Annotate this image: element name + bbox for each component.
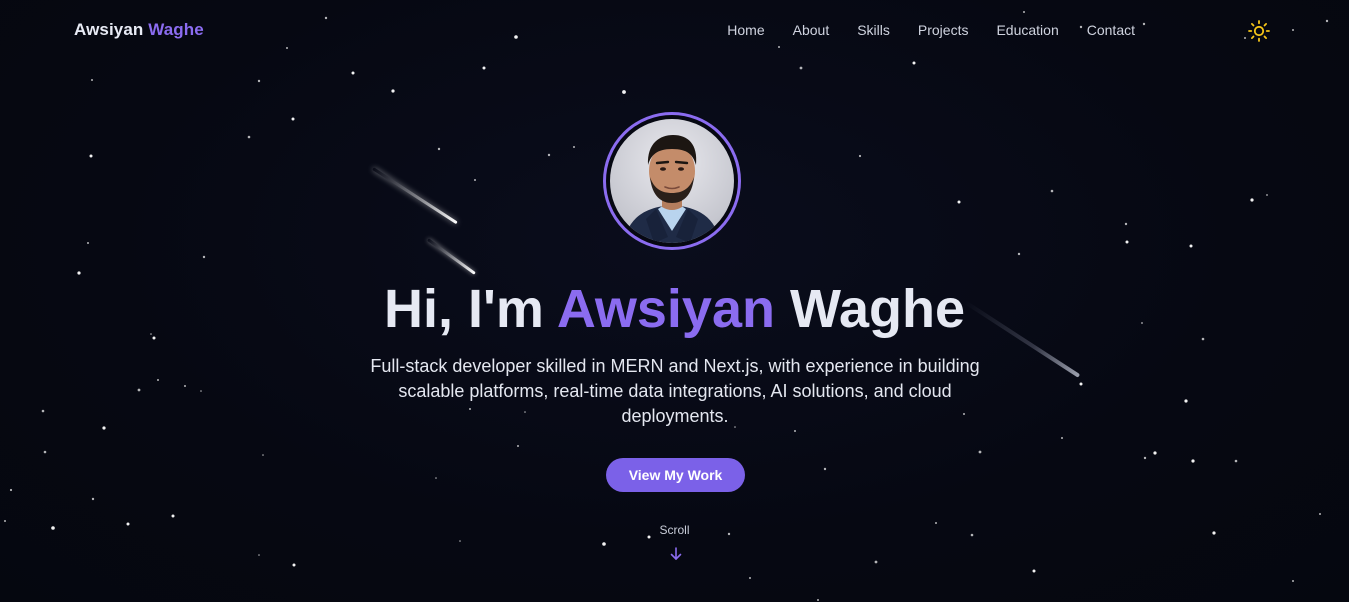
logo-last-name: Waghe — [148, 20, 204, 39]
star — [1266, 194, 1268, 196]
star — [137, 388, 141, 392]
star — [482, 66, 486, 70]
star — [1142, 22, 1146, 26]
star — [1325, 19, 1329, 23]
star — [1079, 382, 1083, 386]
star — [474, 179, 476, 181]
star — [514, 35, 518, 39]
star — [1184, 399, 1188, 403]
star — [459, 540, 461, 542]
site-logo[interactable]: Awsiyan Waghe — [74, 20, 204, 40]
star — [874, 560, 878, 564]
star — [1023, 11, 1025, 13]
star — [9, 488, 13, 492]
star — [157, 379, 159, 381]
star — [257, 79, 261, 83]
star — [602, 542, 606, 546]
star — [4, 520, 6, 522]
star — [622, 90, 626, 94]
nav-link-skills[interactable]: Skills — [857, 22, 890, 38]
star — [1292, 580, 1294, 582]
scroll-label: Scroll — [659, 523, 690, 537]
star — [247, 135, 251, 139]
star — [1143, 456, 1147, 460]
nav-link-projects[interactable]: Projects — [918, 22, 969, 38]
star — [1125, 240, 1129, 244]
profile-avatar — [603, 112, 741, 250]
star — [1061, 437, 1063, 439]
hero-greeting: Hi, I'm — [384, 279, 544, 339]
star — [573, 146, 575, 148]
star — [1189, 244, 1193, 248]
star — [1234, 459, 1238, 463]
theme-toggle-button[interactable] — [1247, 19, 1271, 43]
star — [202, 255, 206, 259]
nav-link-education[interactable]: Education — [996, 22, 1058, 38]
star — [794, 430, 796, 432]
star — [1153, 451, 1157, 455]
profile-photo — [610, 119, 734, 243]
arrow-down-icon — [670, 547, 682, 560]
star — [200, 390, 202, 392]
sun-icon — [1248, 20, 1270, 42]
star — [292, 563, 296, 567]
star — [823, 467, 827, 471]
star — [258, 554, 260, 556]
star — [43, 450, 47, 454]
hero-first-name: Awsiyan — [556, 279, 775, 339]
star — [1292, 29, 1294, 31]
star — [102, 426, 106, 430]
star — [435, 477, 437, 479]
star — [89, 154, 93, 158]
star — [91, 79, 93, 81]
star — [324, 16, 328, 20]
star — [547, 153, 551, 157]
hero-heading: Hi, I'm Awsiyan Waghe — [0, 278, 1349, 340]
star — [749, 577, 751, 579]
star — [262, 454, 264, 456]
star — [87, 242, 89, 244]
star — [912, 61, 916, 65]
star — [1244, 37, 1246, 39]
star — [77, 271, 81, 275]
hero-page: Awsiyan Waghe Home About Skills Projects… — [0, 0, 1349, 602]
star — [517, 445, 519, 447]
hero-description: Full-stack developer skilled in MERN and… — [370, 356, 980, 426]
nav-link-contact[interactable]: Contact — [1087, 22, 1135, 38]
star — [799, 66, 803, 70]
star — [286, 47, 288, 49]
scroll-down-button[interactable] — [668, 546, 684, 562]
nav-link-home[interactable]: Home — [727, 22, 764, 38]
star — [291, 117, 295, 121]
star — [1319, 513, 1321, 515]
main-nav: Home About Skills Projects Education Con… — [727, 22, 1135, 38]
star — [1191, 459, 1195, 463]
star — [1250, 198, 1254, 202]
star — [41, 409, 45, 413]
star — [778, 46, 780, 48]
star — [171, 514, 175, 518]
star — [978, 450, 982, 454]
view-work-button[interactable]: View My Work — [606, 458, 745, 492]
star — [437, 147, 441, 151]
star — [858, 154, 862, 158]
hero-last-name: Waghe — [790, 279, 965, 339]
star — [1017, 252, 1021, 256]
star — [91, 497, 95, 501]
star — [1124, 222, 1128, 226]
logo-first-name: Awsiyan — [74, 20, 144, 39]
star — [391, 89, 395, 93]
star — [351, 71, 355, 75]
star — [957, 200, 961, 204]
star — [184, 385, 186, 387]
nav-link-about[interactable]: About — [793, 22, 830, 38]
star — [817, 599, 819, 601]
star — [1032, 569, 1036, 573]
star — [1050, 189, 1054, 193]
